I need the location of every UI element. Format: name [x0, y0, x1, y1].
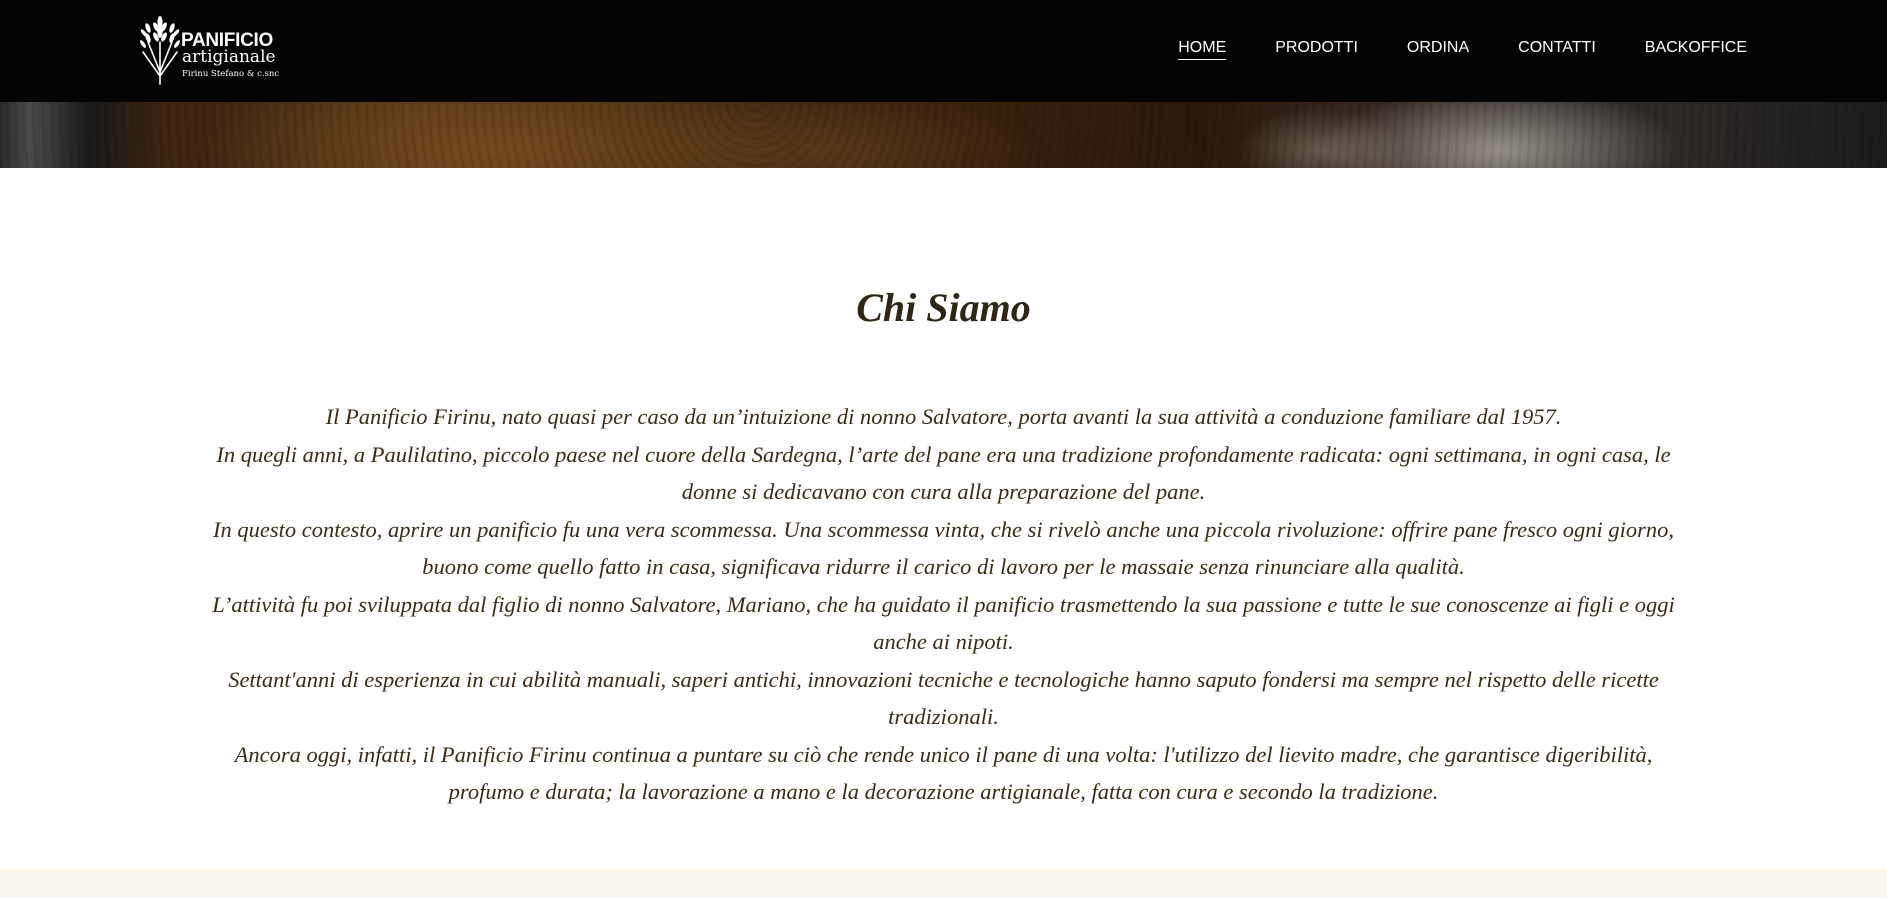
wheat-icon	[140, 16, 180, 85]
about-paragraph: L’attività fu poi sviluppata dal figlio …	[212, 591, 1675, 655]
about-paragraph: In quegli anni, a Paulilatino, piccolo p…	[216, 441, 1671, 505]
section-title: Chi Siamo	[856, 285, 1031, 330]
about-text: Il Panificio Firinu, nato quasi per caso…	[195, 398, 1692, 811]
brand-subtitle: artigianale	[182, 47, 276, 67]
brand-logo[interactable]: PANIFICIO artigianale Firinu Stefano & c…	[140, 12, 290, 86]
nav-backoffice-link[interactable]: BACKOFFICE	[1645, 38, 1747, 60]
about-paragraph: Settant'anni di esperienza in cui abilit…	[228, 666, 1659, 730]
top-navbar: PANIFICIO artigianale Firinu Stefano & c…	[0, 0, 1887, 102]
brand-company: Firinu Stefano & c.snc	[182, 69, 280, 79]
about-paragraph: In questo contesto, aprire un panificio …	[212, 516, 1675, 580]
nav-home-link[interactable]: HOME	[1178, 38, 1227, 61]
main-navigation: HOME PRODOTTI ORDINA CONTATTI BACKOFFICE	[1129, 38, 1747, 61]
nav-contatti-link[interactable]: CONTATTI	[1518, 38, 1596, 60]
next-section-band	[0, 869, 1887, 898]
nav-ordina-link[interactable]: ORDINA	[1407, 38, 1469, 60]
about-paragraph: Ancora oggi, infatti, il Panificio Firin…	[234, 741, 1653, 805]
nav-prodotti-link[interactable]: PRODOTTI	[1275, 38, 1358, 60]
about-paragraph: Il Panificio Firinu, nato quasi per caso…	[325, 404, 1562, 429]
